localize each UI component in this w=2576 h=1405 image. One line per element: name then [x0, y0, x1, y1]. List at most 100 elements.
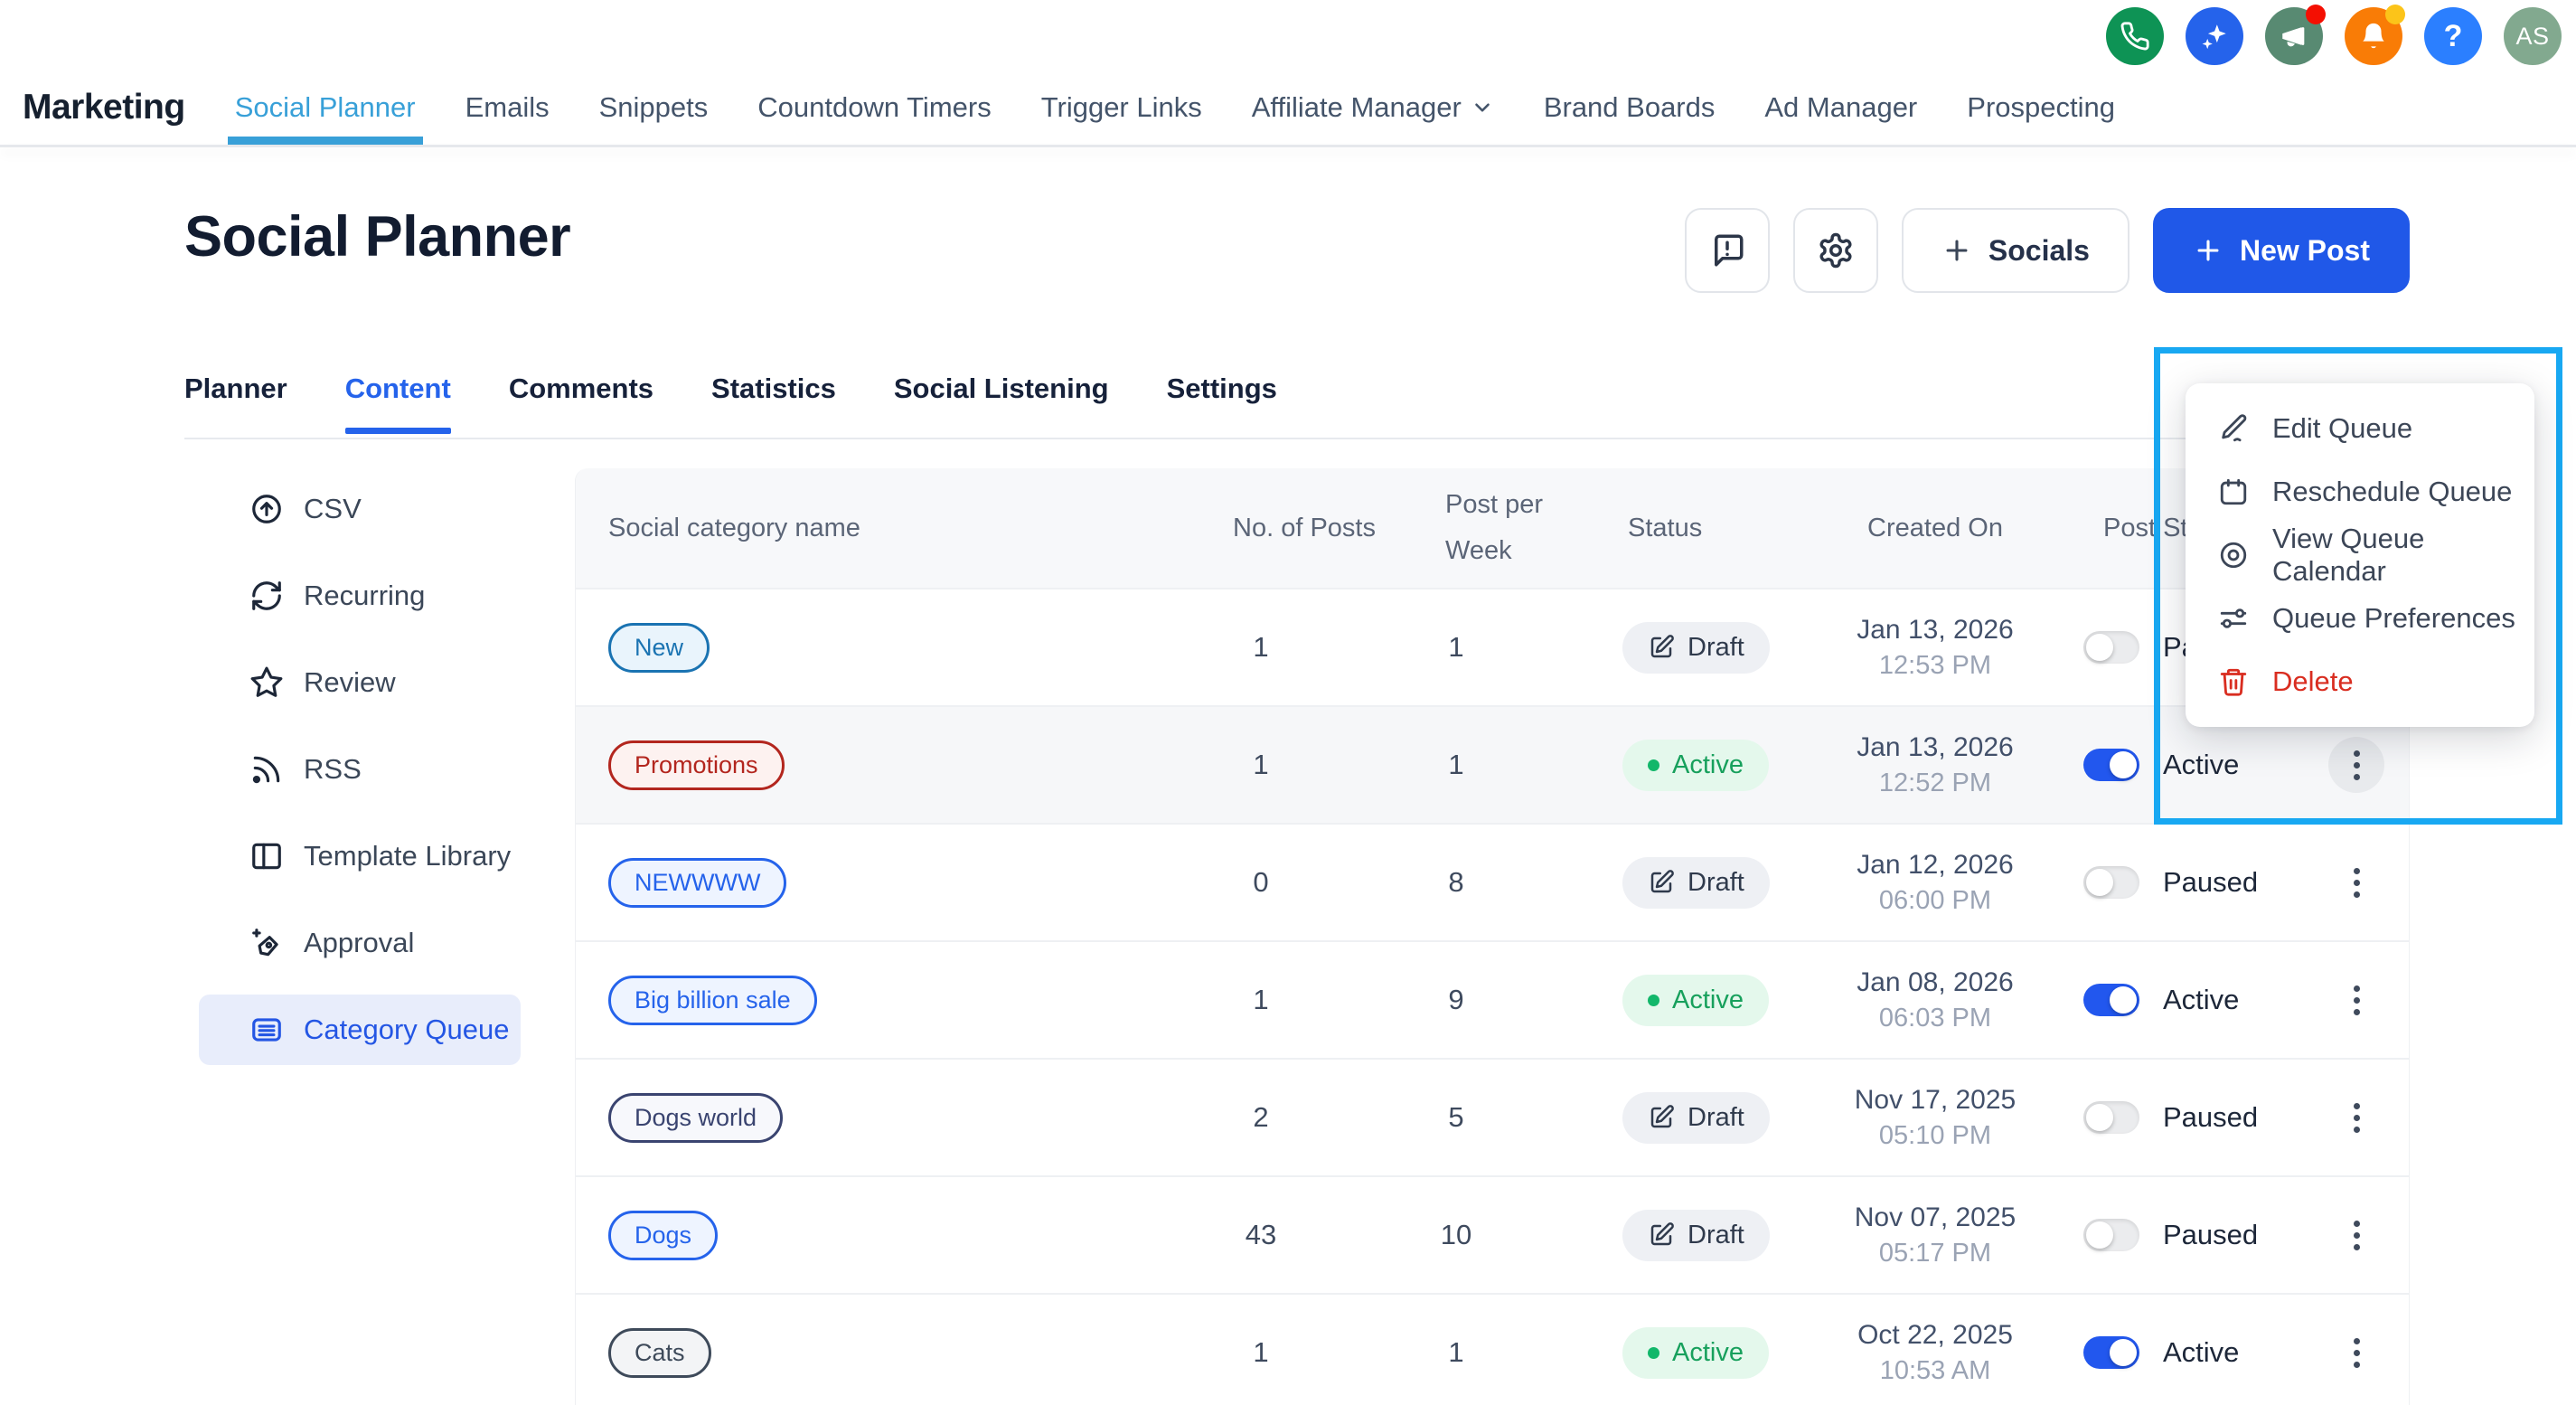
post-status-toggle[interactable] — [2083, 631, 2139, 664]
category-pill[interactable]: New — [608, 623, 710, 673]
active-dot — [1648, 1347, 1659, 1359]
sidebar-item-approval[interactable]: Approval — [199, 908, 521, 978]
row-actions-kebab[interactable] — [2328, 854, 2384, 910]
category-pill[interactable]: Promotions — [608, 740, 785, 790]
no-of-posts-value: 1 — [1163, 749, 1359, 781]
nav-item-ad-manager[interactable]: Ad Manager — [1764, 71, 1917, 145]
row-actions-kebab[interactable] — [2328, 1207, 2384, 1263]
col-status: Status — [1554, 514, 1809, 543]
primary-nav: Marketing Social Planner Emails Snippets… — [23, 71, 2115, 145]
col-no-of-posts: No. of Posts — [1207, 514, 1402, 543]
nav-item-snippets[interactable]: Snippets — [599, 71, 709, 145]
col-social-category-name: Social category name — [576, 514, 1163, 543]
nav-item-emails[interactable]: Emails — [465, 71, 550, 145]
nav-item-affiliate-manager[interactable]: Affiliate Manager — [1252, 71, 1494, 145]
post-status-label: Paused — [2163, 1219, 2258, 1251]
menu-item-label: Edit Queue — [2272, 412, 2412, 445]
nav-item-prospecting[interactable]: Prospecting — [1967, 71, 2115, 145]
tab-social-listening[interactable]: Social Listening — [894, 372, 1109, 434]
social-planner-page: ? AS Marketing Social Planner Emails Sni… — [0, 0, 2576, 1405]
status-badge: Active — [1622, 975, 1769, 1026]
post-per-week-value: 8 — [1359, 866, 1554, 899]
category-pill[interactable]: Dogs — [608, 1211, 718, 1260]
status-badge: Active — [1622, 740, 1769, 791]
tab-settings[interactable]: Settings — [1167, 372, 1277, 434]
star-icon — [249, 665, 284, 700]
row-actions-kebab[interactable] — [2328, 737, 2384, 793]
post-status-toggle[interactable] — [2083, 984, 2139, 1016]
sidebar-item-category-queue[interactable]: Category Queue — [199, 995, 521, 1065]
notifications-icon[interactable] — [2345, 7, 2402, 65]
planner-tabs: Planner Content Comments Statistics Soci… — [184, 372, 1277, 434]
sidebar-item-label: Review — [304, 666, 396, 699]
sidebar-item-csv[interactable]: CSV — [199, 474, 521, 544]
nav-item-affiliate-manager-label: Affiliate Manager — [1252, 91, 1462, 124]
menu-item-queue-preferences[interactable]: Queue Preferences — [2186, 587, 2534, 650]
post-status-toggle[interactable] — [2083, 1101, 2139, 1134]
edit-icon — [1648, 1221, 1675, 1249]
ai-sparkles-icon[interactable] — [2186, 7, 2243, 65]
sidebar-item-label: RSS — [304, 753, 362, 786]
nav-item-social-planner[interactable]: Social Planner — [235, 71, 416, 145]
new-post-button[interactable]: New Post — [2153, 208, 2410, 293]
post-status-label: Paused — [2163, 1101, 2258, 1134]
menu-item-delete[interactable]: Delete — [2186, 650, 2534, 713]
created-on: Jan 13, 202612:52 PM — [1809, 732, 2062, 798]
sidebar-item-rss[interactable]: RSS — [199, 734, 521, 805]
menu-item-label: Queue Preferences — [2272, 602, 2515, 635]
status-badge: Active — [1622, 1327, 1769, 1379]
menu-item-reschedule-queue[interactable]: Reschedule Queue — [2186, 460, 2534, 523]
help-icon[interactable]: ? — [2424, 7, 2482, 65]
category-pill[interactable]: Big billion sale — [608, 976, 817, 1025]
phone-icon[interactable] — [2106, 7, 2164, 65]
page-actions: Socials New Post — [1685, 208, 2410, 293]
post-status-toggle[interactable] — [2083, 866, 2139, 899]
sidebar-item-review[interactable]: Review — [199, 647, 521, 718]
row-actions-kebab[interactable] — [2328, 972, 2384, 1028]
status-badge: Draft — [1622, 622, 1770, 674]
status-badge: Draft — [1622, 857, 1770, 909]
category-pill[interactable]: NEWWWW — [608, 858, 786, 908]
tab-content[interactable]: Content — [345, 372, 451, 434]
post-status-label: Active — [2163, 749, 2239, 781]
active-dot — [1648, 995, 1659, 1006]
layout-icon — [249, 839, 284, 873]
no-of-posts-value: 0 — [1163, 866, 1359, 899]
edit-icon — [1648, 1104, 1675, 1131]
post-status-toggle[interactable] — [2083, 1336, 2139, 1369]
menu-item-label: View Queue Calendar — [2272, 523, 2534, 588]
tab-comments[interactable]: Comments — [509, 372, 653, 434]
row-actions-kebab[interactable] — [2328, 1089, 2384, 1146]
no-of-posts-value: 43 — [1163, 1219, 1359, 1251]
avatar[interactable]: AS — [2504, 7, 2562, 65]
announcements-icon[interactable] — [2265, 7, 2323, 65]
sidebar-item-recurring[interactable]: Recurring — [199, 561, 521, 631]
tab-statistics[interactable]: Statistics — [711, 372, 836, 434]
upload-circle-icon — [249, 492, 284, 526]
category-pill[interactable]: Dogs world — [608, 1093, 783, 1143]
tab-planner[interactable]: Planner — [184, 372, 287, 434]
sidebar-item-template-library[interactable]: Template Library — [199, 821, 521, 891]
feedback-button[interactable] — [1685, 208, 1770, 293]
category-pill[interactable]: Cats — [608, 1328, 711, 1378]
nav-item-countdown-timers[interactable]: Countdown Timers — [757, 71, 991, 145]
nav-item-trigger-links[interactable]: Trigger Links — [1041, 71, 1202, 145]
menu-item-label: Delete — [2272, 665, 2354, 698]
table-row: Promotions 1 1 Active Jan 13, 202612:52 … — [576, 705, 2409, 823]
row-actions-kebab[interactable] — [2328, 1325, 2384, 1381]
nav-item-brand-boards[interactable]: Brand Boards — [1544, 71, 1716, 145]
feedback-icon — [1708, 231, 1746, 269]
avatar-initials: AS — [2515, 23, 2549, 51]
post-status-toggle[interactable] — [2083, 749, 2139, 781]
add-socials-button[interactable]: Socials — [1902, 208, 2129, 293]
menu-item-edit-queue[interactable]: Edit Queue — [2186, 397, 2534, 460]
col-created-on: Created On — [1809, 514, 2062, 543]
status-badge: Draft — [1622, 1092, 1770, 1144]
settings-button[interactable] — [1793, 208, 1878, 293]
menu-item-view-queue-calendar[interactable]: View Queue Calendar — [2186, 523, 2534, 587]
category-queue-table: Social category name No. of Posts Post p… — [575, 468, 2410, 1405]
help-glyph: ? — [2444, 19, 2463, 54]
post-status-toggle[interactable] — [2083, 1219, 2139, 1251]
pencil-icon — [2218, 413, 2249, 444]
created-on: Nov 07, 202505:17 PM — [1809, 1202, 2062, 1268]
